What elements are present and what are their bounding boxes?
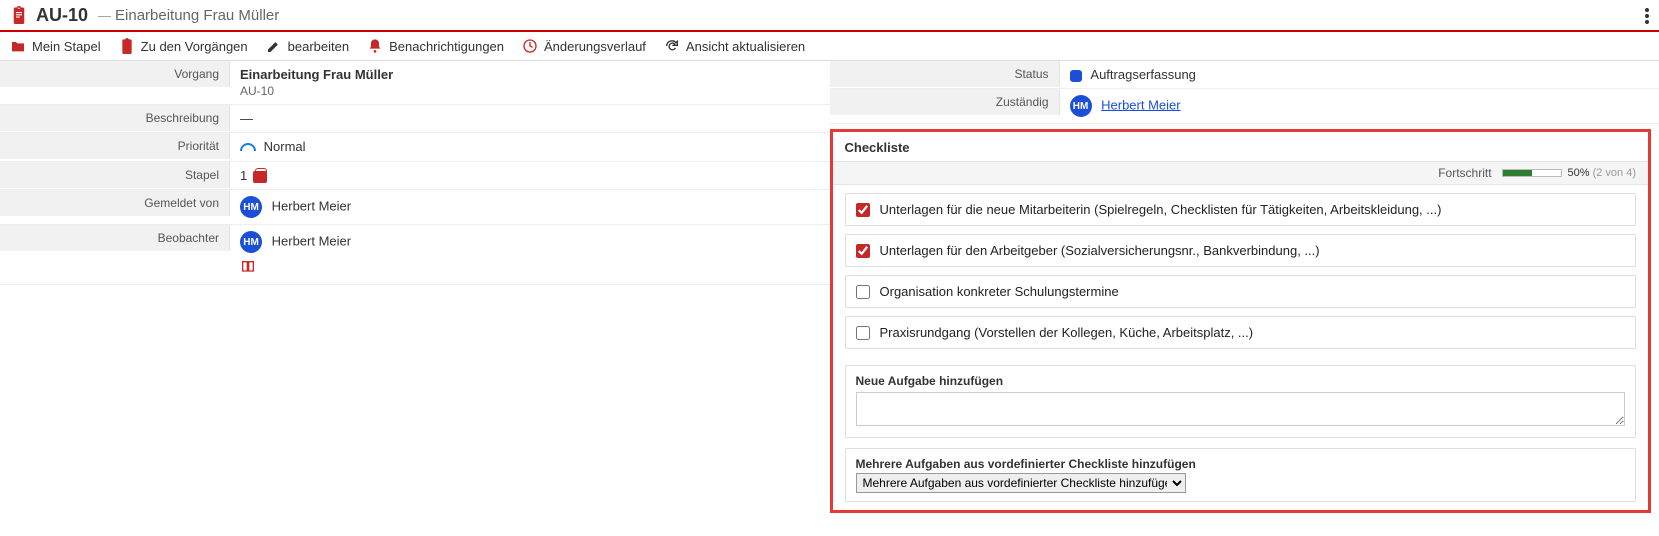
toolbar-zu-vorgaengen[interactable]: Zu den Vorgängen <box>119 38 248 54</box>
value-beschreibung: — <box>230 105 830 132</box>
value-beobachter: HM Herbert Meier <box>230 225 830 284</box>
page-header: AU-10 — Einarbeitung Frau Müller <box>0 0 1659 32</box>
checklist-item-label: Unterlagen für die neue Mitarbeiterin (S… <box>880 202 1442 217</box>
checklist-item[interactable]: Unterlagen für den Arbeitgeber (Sozialve… <box>845 234 1637 267</box>
left-column: Vorgang Einarbeitung Frau Müller AU-10 B… <box>0 61 830 523</box>
briefcase-icon <box>253 171 267 183</box>
label-gemeldet-von: Gemeldet von <box>0 190 230 216</box>
avatar: HM <box>240 231 262 253</box>
toolbar-label: Änderungsverlauf <box>544 39 646 54</box>
checklist-title: Checkliste <box>833 132 1649 161</box>
header-separator: — <box>98 8 111 23</box>
checklist-item-label: Organisation konkreter Schulungstermine <box>880 284 1119 299</box>
status-dot-icon <box>1070 70 1082 82</box>
checklist-panel: Checkliste Fortschritt 50% (2 von 4) Unt… <box>830 129 1652 513</box>
checklist-checkbox[interactable] <box>856 326 870 340</box>
progress-percent: 50% <box>1568 167 1590 179</box>
label-zustaendig: Zuständig <box>830 89 1060 115</box>
folder-icon <box>10 38 26 54</box>
value-status: Auftragserfassung <box>1060 61 1659 88</box>
label-beschreibung: Beschreibung <box>0 105 230 131</box>
label-status: Status <box>830 61 1060 87</box>
kebab-menu-icon[interactable] <box>1645 6 1649 26</box>
value-prioritaet: Normal <box>230 133 830 161</box>
progress-count: (2 von 4) <box>1593 167 1636 179</box>
toolbar-ansicht-aktualisieren[interactable]: Ansicht aktualisieren <box>664 38 805 54</box>
checklist-item-label: Unterlagen für den Arbeitgeber (Sozialve… <box>880 243 1320 258</box>
page-id: AU-10 <box>36 5 88 26</box>
multi-add-title: Mehrere Aufgaben aus vordefinierter Chec… <box>856 453 1626 473</box>
value-stapel: 1 <box>230 162 830 189</box>
avatar: HM <box>1070 95 1092 117</box>
checklist-checkbox[interactable] <box>856 285 870 299</box>
new-task-title: Neue Aufgabe hinzufügen <box>856 370 1626 392</box>
value-vorgang: Einarbeitung Frau Müller AU-10 <box>230 61 830 104</box>
history-icon <box>522 38 538 54</box>
multi-add-select[interactable]: Mehrere Aufgaben aus vordefinierter Chec… <box>856 473 1186 493</box>
progress-label: Fortschritt <box>1438 166 1491 180</box>
toolbar-label: Benachrichtigungen <box>389 39 504 54</box>
checklist-item[interactable]: Praxisrundgang (Vorstellen der Kollegen,… <box>845 316 1637 349</box>
checklist-checkbox[interactable] <box>856 203 870 217</box>
checklist-progress-row: Fortschritt 50% (2 von 4) <box>833 161 1649 185</box>
checklist-item-label: Praxisrundgang (Vorstellen der Kollegen,… <box>880 325 1254 340</box>
checklist-checkbox[interactable] <box>856 244 870 258</box>
book-icon[interactable] <box>240 259 256 278</box>
label-vorgang: Vorgang <box>0 61 230 87</box>
bell-icon <box>367 38 383 54</box>
toolbar-mein-stapel[interactable]: Mein Stapel <box>10 38 101 54</box>
priority-icon <box>240 140 256 155</box>
checklist-items: Unterlagen für die neue Mitarbeiterin (S… <box>833 185 1649 365</box>
content-area: Vorgang Einarbeitung Frau Müller AU-10 B… <box>0 61 1659 523</box>
multi-add-section: Mehrere Aufgaben aus vordefinierter Chec… <box>845 448 1637 502</box>
label-stapel: Stapel <box>0 162 230 188</box>
checklist-item[interactable]: Unterlagen für die neue Mitarbeiterin (S… <box>845 193 1637 226</box>
toolbar: Mein Stapel Zu den Vorgängen bearbeiten … <box>0 32 1659 61</box>
person-name: Herbert Meier <box>272 234 351 249</box>
toolbar-label: Zu den Vorgängen <box>141 39 248 54</box>
person-link[interactable]: Herbert Meier <box>1101 97 1180 112</box>
toolbar-benachrichtigungen[interactable]: Benachrichtigungen <box>367 38 504 54</box>
label-beobachter: Beobachter <box>0 225 230 251</box>
toolbar-label: bearbeiten <box>288 39 349 54</box>
value-zustaendig: HM Herbert Meier <box>1060 89 1659 123</box>
value-gemeldet-von: HM Herbert Meier <box>230 190 830 224</box>
refresh-icon <box>664 38 680 54</box>
checklist-item[interactable]: Organisation konkreter Schulungstermine <box>845 275 1637 308</box>
progress-bar <box>1502 169 1562 177</box>
pencil-icon <box>266 38 282 54</box>
label-prioritaet: Priorität <box>0 133 230 159</box>
toolbar-label: Ansicht aktualisieren <box>686 39 805 54</box>
page-subtitle: Einarbeitung Frau Müller <box>115 7 279 24</box>
toolbar-label: Mein Stapel <box>32 39 101 54</box>
clipboard-icon <box>10 4 28 26</box>
right-column: Status Auftragserfassung Zuständig HM He… <box>830 61 1659 523</box>
new-task-input[interactable] <box>856 392 1626 426</box>
avatar: HM <box>240 196 262 218</box>
toolbar-aenderungsverlauf[interactable]: Änderungsverlauf <box>522 38 646 54</box>
new-task-section: Neue Aufgabe hinzufügen <box>845 365 1637 438</box>
clipboard-small-icon <box>119 38 135 54</box>
toolbar-bearbeiten[interactable]: bearbeiten <box>266 38 349 54</box>
person-name: Herbert Meier <box>272 199 351 214</box>
